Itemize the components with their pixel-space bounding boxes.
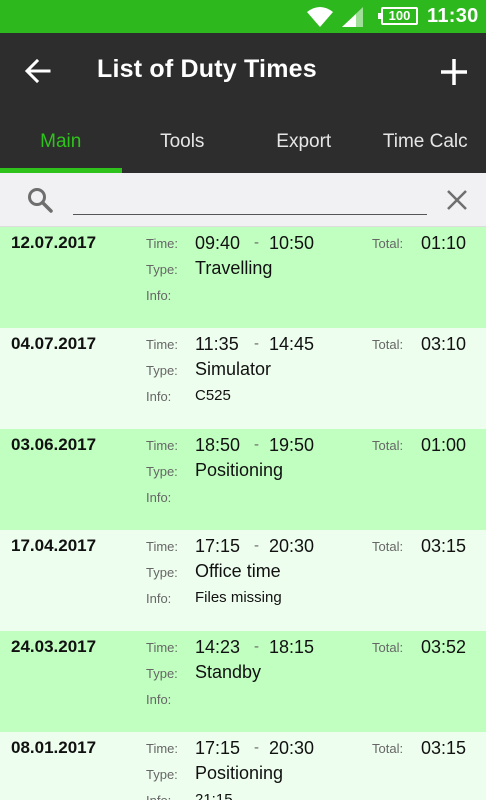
signal-icon: [342, 7, 363, 27]
time-separator: -: [254, 335, 259, 352]
battery-icon: 100: [378, 7, 418, 25]
tab-main[interactable]: Main: [0, 122, 122, 173]
start-time: 11:35: [195, 334, 239, 354]
entry-date: 03.06.2017: [11, 435, 97, 454]
end-time: 18:15: [269, 637, 315, 657]
entry-type: Positioning: [195, 763, 284, 783]
entry-type: Travelling: [195, 258, 273, 278]
time-label: Time:: [146, 438, 179, 453]
start-time: 14:23: [195, 637, 241, 657]
entry-info: 21:15: [195, 791, 233, 800]
app-bar: List of Duty Times Main Tools Export Tim…: [0, 33, 486, 173]
entry-info: Files missing: [195, 589, 282, 606]
entry-date: 12.07.2017: [11, 233, 97, 252]
end-time: 20:30: [269, 738, 315, 758]
info-label: Info:: [146, 389, 172, 404]
type-label: Type:: [146, 262, 178, 277]
total-label: Total:: [372, 438, 404, 453]
entry-type: Office time: [195, 561, 281, 581]
end-time: 14:45: [269, 334, 315, 354]
battery-level: 100: [388, 8, 411, 23]
total-duration: 03:15: [421, 738, 467, 758]
entry-date: 24.03.2017: [11, 637, 97, 656]
type-label: Type:: [146, 767, 178, 782]
tab-time-calc[interactable]: Time Calc: [365, 122, 486, 173]
entry-info: C525: [195, 387, 231, 404]
status-bar: 100 11:30: [0, 0, 486, 33]
close-icon[interactable]: [446, 189, 468, 211]
total-label: Total:: [372, 741, 404, 756]
time-separator: -: [254, 537, 259, 554]
tab-bar: Main Tools Export Time Calc: [0, 122, 486, 173]
search-bar: [0, 173, 486, 227]
time-label: Time:: [146, 539, 179, 554]
tab-export[interactable]: Export: [243, 122, 365, 173]
time-label: Time:: [146, 236, 179, 251]
total-label: Total:: [372, 539, 404, 554]
time-label: Time:: [146, 640, 179, 655]
total-label: Total:: [372, 337, 404, 352]
entry-date: 17.04.2017: [11, 536, 97, 555]
entry-type: Standby: [195, 662, 262, 682]
total-duration: 03:15: [421, 536, 467, 556]
list-item[interactable]: 24.03.2017 Time: 14:23 - 18:15 Total: 03…: [0, 631, 486, 732]
status-time: 11:30: [427, 5, 479, 27]
type-label: Type:: [146, 363, 178, 378]
total-label: Total:: [372, 236, 404, 251]
page-title: List of Duty Times: [97, 55, 317, 83]
time-separator: -: [254, 234, 259, 251]
total-duration: 03:52: [421, 637, 467, 657]
list-item[interactable]: 04.07.2017 Time: 11:35 - 14:45 Total: 03…: [0, 328, 486, 429]
duty-times-list: 12.07.2017 Time: 09:40 - 10:50 Total: 01…: [0, 227, 486, 800]
info-label: Info:: [146, 288, 172, 303]
time-label: Time:: [146, 337, 179, 352]
start-time: 09:40: [195, 233, 241, 253]
type-label: Type:: [146, 464, 178, 479]
total-label: Total:: [372, 640, 404, 655]
type-label: Type:: [146, 666, 178, 681]
list-item[interactable]: 08.01.2017 Time: 17:15 - 20:30 Total: 03…: [0, 732, 486, 800]
start-time: 18:50: [195, 435, 241, 455]
info-label: Info:: [146, 591, 172, 606]
time-label: Time:: [146, 741, 179, 756]
entry-type: Positioning: [195, 460, 284, 480]
info-label: Info:: [146, 793, 171, 800]
add-entry-button[interactable]: [433, 51, 475, 93]
end-time: 20:30: [269, 536, 315, 556]
start-time: 17:15: [195, 738, 241, 758]
wifi-icon: [307, 7, 333, 27]
entry-date: 04.07.2017: [11, 334, 97, 353]
tab-tools[interactable]: Tools: [122, 122, 244, 173]
plus-icon: [441, 59, 467, 85]
type-label: Type:: [146, 565, 178, 580]
entry-date: 08.01.2017: [11, 738, 97, 757]
info-label: Info:: [146, 490, 172, 505]
list-item[interactable]: 17.04.2017 Time: 17:15 - 20:30 Total: 03…: [0, 530, 486, 631]
total-duration: 01:10: [421, 233, 467, 253]
list-item[interactable]: 03.06.2017 Time: 18:50 - 19:50 Total: 01…: [0, 429, 486, 530]
start-time: 17:15: [195, 536, 241, 556]
end-time: 19:50: [269, 435, 315, 455]
time-separator: -: [254, 739, 259, 756]
total-duration: 01:00: [421, 435, 467, 455]
info-label: Info:: [146, 692, 172, 707]
back-button[interactable]: [18, 51, 58, 91]
search-icon: [28, 188, 53, 213]
total-duration: 03:10: [421, 334, 467, 354]
arrow-left-icon: [25, 59, 51, 83]
end-time: 10:50: [269, 233, 315, 253]
time-separator: -: [254, 638, 259, 655]
search-input[interactable]: [73, 185, 427, 215]
entry-type: Simulator: [195, 359, 272, 379]
list-item[interactable]: 12.07.2017 Time: 09:40 - 10:50 Total: 01…: [0, 227, 486, 328]
time-separator: -: [254, 436, 259, 453]
